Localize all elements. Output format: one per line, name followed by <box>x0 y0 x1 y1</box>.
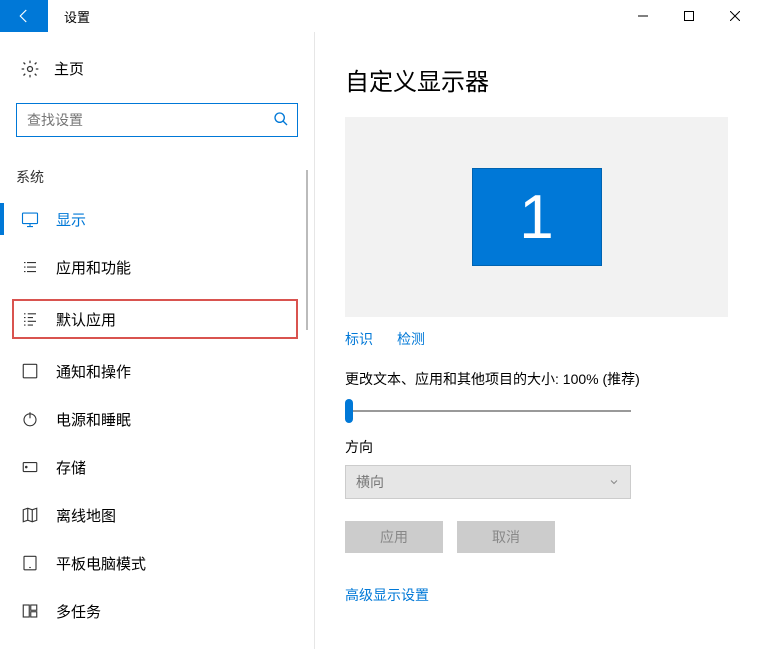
window-title: 设置 <box>64 7 620 26</box>
minimize-icon <box>638 11 648 21</box>
power-icon <box>18 410 42 428</box>
sidebar-item-apps[interactable]: 应用和功能 <box>0 243 314 291</box>
list-icon <box>18 258 42 276</box>
sidebar-item-project[interactable]: 投影到这台电脑 <box>0 635 314 649</box>
sidebar-item-power[interactable]: 电源和睡眠 <box>0 395 314 443</box>
sidebar-item-label: 存储 <box>56 457 86 478</box>
monitor-tile[interactable]: 1 <box>472 168 602 266</box>
chevron-down-icon <box>608 476 620 488</box>
category-label: 系统 <box>0 147 314 195</box>
scroll-thumb[interactable] <box>306 170 308 330</box>
sidebar-item-label: 电源和睡眠 <box>56 409 131 430</box>
title-bar: 设置 <box>0 0 758 32</box>
sidebar-item-display[interactable]: 显示 <box>0 195 314 243</box>
orientation-select[interactable]: 横向 <box>345 465 631 499</box>
search-input[interactable] <box>27 112 273 128</box>
map-icon <box>18 506 42 524</box>
sidebar-item-label: 默认应用 <box>56 309 116 330</box>
maximize-icon <box>684 11 694 21</box>
scrollbar[interactable] <box>306 170 308 640</box>
tablet-icon <box>18 554 42 572</box>
sidebar: 主页 系统 显示 应用和功能 默认应用 通知和操作 电源和睡眠 <box>0 32 314 649</box>
advanced-display-link[interactable]: 高级显示设置 <box>345 585 728 605</box>
gear-icon <box>18 59 42 79</box>
notify-icon <box>18 362 42 380</box>
button-row: 应用 取消 <box>345 521 728 553</box>
home-label: 主页 <box>54 58 84 79</box>
display-icon <box>18 210 42 228</box>
sidebar-item-label: 显示 <box>56 209 86 230</box>
search-icon <box>273 111 289 130</box>
search-box[interactable] <box>16 103 298 137</box>
minimize-button[interactable] <box>620 0 666 32</box>
sidebar-item-label: 通知和操作 <box>56 361 131 382</box>
display-preview[interactable]: 1 <box>345 117 728 317</box>
orientation-label: 方向 <box>345 437 728 457</box>
sidebar-item-label: 离线地图 <box>56 505 116 526</box>
sidebar-item-label: 多任务 <box>56 601 101 622</box>
identify-link[interactable]: 标识 <box>345 329 373 349</box>
storage-icon <box>18 458 42 476</box>
detect-link[interactable]: 检测 <box>397 329 425 349</box>
arrow-left-icon <box>15 7 33 25</box>
main-panel: 自定义显示器 1 标识 检测 更改文本、应用和其他项目的大小: 100% (推荐… <box>314 32 758 649</box>
home-link[interactable]: 主页 <box>0 48 314 89</box>
sidebar-item-maps[interactable]: 离线地图 <box>0 491 314 539</box>
back-button[interactable] <box>0 0 48 32</box>
close-button[interactable] <box>712 0 758 32</box>
sidebar-item-label: 平板电脑模式 <box>56 553 146 574</box>
sidebar-item-notifications[interactable]: 通知和操作 <box>0 347 314 395</box>
cancel-button: 取消 <box>457 521 555 553</box>
sidebar-item-label: 应用和功能 <box>56 257 131 278</box>
maximize-button[interactable] <box>666 0 712 32</box>
sidebar-item-storage[interactable]: 存储 <box>0 443 314 491</box>
display-actions: 标识 检测 <box>345 329 728 349</box>
sidebar-item-tablet[interactable]: 平板电脑模式 <box>0 539 314 587</box>
scale-slider[interactable] <box>345 410 631 412</box>
sidebar-item-multitask[interactable]: 多任务 <box>0 587 314 635</box>
orientation-value: 横向 <box>356 472 384 492</box>
page-title: 自定义显示器 <box>345 62 728 97</box>
apply-button: 应用 <box>345 521 443 553</box>
window-controls <box>620 0 758 32</box>
scale-label: 更改文本、应用和其他项目的大小: 100% (推荐) <box>345 369 728 389</box>
multitask-icon <box>18 602 42 620</box>
sidebar-item-default-apps[interactable]: 默认应用 <box>8 295 302 343</box>
close-icon <box>730 11 740 21</box>
defaults-icon <box>18 310 42 328</box>
